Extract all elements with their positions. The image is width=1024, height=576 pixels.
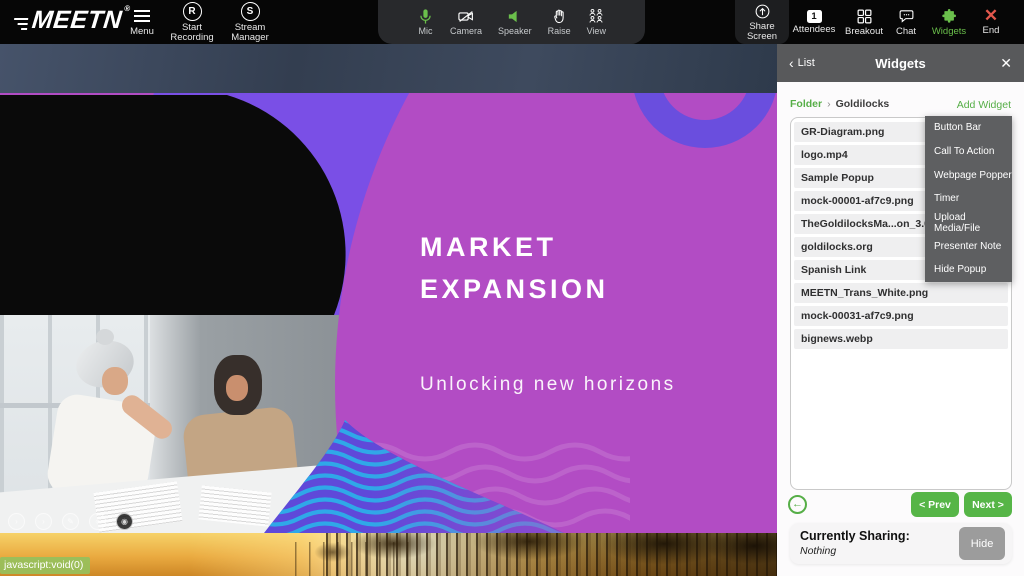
currently-sharing-status: Nothing	[800, 545, 836, 557]
chat-button[interactable]: Chat	[889, 0, 923, 44]
slide-subtitle: Unlocking new horizons	[420, 374, 676, 396]
menu-item-timer[interactable]: Timer	[925, 187, 1012, 211]
stream-manager-label: Stream Manager	[222, 23, 278, 43]
slide-prev-control[interactable]: ›	[8, 513, 25, 530]
tree-silhouettes	[326, 533, 777, 576]
stream-icon: S	[241, 2, 260, 21]
menu-item-upload-media[interactable]: Upload Media/File	[925, 211, 1012, 235]
top-toolbar: MEETN ® Menu R Start Recording S Stream …	[0, 0, 1024, 44]
file-item[interactable]: MEETN_Trans_White.png	[794, 283, 1008, 303]
file-item[interactable]: bignews.webp	[794, 329, 1008, 349]
camera-button[interactable]: Camera	[450, 8, 482, 36]
widgets-panel-header: ‹ List Widgets ✕	[777, 44, 1024, 82]
slide-title: MARKET EXPANSION	[420, 226, 609, 310]
file-item[interactable]: mock-00031-af7c9.png	[794, 306, 1008, 326]
slide-pointer-control[interactable]: ○	[89, 513, 106, 530]
mic-button[interactable]: Mic	[417, 8, 434, 36]
stream-manager-button[interactable]: S Stream Manager	[222, 0, 278, 44]
attendees-button[interactable]: 1 Attendees	[789, 0, 839, 44]
widgets-button[interactable]: Widgets	[926, 0, 972, 44]
brand-text: MEETN	[30, 6, 123, 35]
menu-item-button-bar[interactable]: Button Bar	[925, 116, 1012, 140]
menu-item-hide-popup[interactable]: Hide Popup	[925, 258, 1012, 282]
breadcrumb: Folder › Goldilocks	[790, 98, 889, 110]
view-label: View	[587, 26, 606, 36]
share-screen-tab: Share Screen	[735, 0, 789, 44]
chat-icon	[898, 8, 915, 25]
slide-annotate-control[interactable]: ✎	[62, 513, 79, 530]
wave-pattern	[230, 412, 630, 533]
widgets-puzzle-icon	[941, 8, 958, 25]
next-button[interactable]: Next >	[964, 492, 1012, 517]
slide-controls: › › ✎ ○ ◉	[8, 513, 133, 530]
slide-top-navy-band	[0, 44, 777, 93]
logo-speed-lines	[13, 15, 29, 33]
breadcrumb-folder-link[interactable]: Folder	[790, 98, 822, 110]
pager-row: ← < Prev Next >	[777, 492, 1024, 518]
camera-off-icon	[456, 8, 476, 25]
currently-sharing-title: Currently Sharing:	[800, 529, 910, 543]
view-button[interactable]: View	[587, 8, 606, 36]
prev-button[interactable]: < Prev	[911, 492, 959, 517]
presentation-stage: MARKET EXPANSION Unlocking new horizons …	[0, 44, 777, 576]
meetn-logo: MEETN ®	[12, 6, 130, 35]
share-screen-icon	[754, 3, 771, 20]
menu-item-presenter-note[interactable]: Presenter Note	[925, 234, 1012, 258]
slide-title-line2: EXPANSION	[420, 268, 609, 310]
raise-label: Raise	[548, 26, 571, 36]
av-controls-pill: Mic Camera Speaker Raise	[378, 0, 645, 44]
record-icon: R	[183, 2, 202, 21]
mic-label: Mic	[419, 26, 433, 36]
breadcrumb-current: Goldilocks	[836, 98, 890, 110]
widgets-label: Widgets	[932, 27, 966, 37]
slide-record-control[interactable]: ◉	[116, 513, 133, 530]
attendees-count-badge: 1	[807, 10, 822, 23]
add-widget-dropdown: Button Bar Call To Action Webpage Popper…	[925, 116, 1012, 282]
share-screen-label: Share Screen	[735, 22, 789, 42]
raise-hand-button[interactable]: Raise	[548, 8, 571, 36]
back-label: List	[798, 57, 815, 69]
slide-title-line1: MARKET	[420, 226, 609, 268]
speaker-icon	[506, 8, 523, 25]
breakout-button[interactable]: Breakout	[841, 0, 887, 44]
end-label: End	[983, 26, 1000, 36]
sunset-strip	[0, 533, 777, 576]
start-recording-button[interactable]: R Start Recording	[163, 0, 221, 44]
speaker-label: Speaker	[498, 26, 532, 36]
end-button[interactable]: ✕ End	[974, 0, 1008, 44]
menu-button[interactable]: Menu	[125, 0, 159, 44]
hide-button[interactable]: Hide	[959, 527, 1005, 560]
currently-sharing-card: Currently Sharing: Nothing Hide	[790, 523, 1012, 564]
menu-item-webpage-popper[interactable]: Webpage Popper	[925, 163, 1012, 187]
status-link-hint: javascript:void(0)	[0, 557, 90, 574]
close-panel-icon[interactable]: ✕	[1000, 55, 1012, 72]
breadcrumb-separator: ›	[827, 98, 831, 110]
share-screen-button[interactable]: Share Screen	[735, 0, 789, 44]
end-x-icon: ✕	[984, 8, 998, 24]
hamburger-icon	[134, 7, 150, 25]
breakout-label: Breakout	[845, 27, 883, 37]
mic-icon	[417, 8, 434, 25]
menu-label: Menu	[130, 27, 154, 37]
slide-next-control[interactable]: ›	[35, 513, 52, 530]
camera-label: Camera	[450, 26, 482, 36]
view-grid-icon	[587, 8, 605, 25]
back-circle-arrow-icon[interactable]: ←	[788, 495, 807, 514]
breakout-grid-icon	[856, 8, 873, 25]
start-recording-label: Start Recording	[163, 23, 221, 43]
add-widget-button[interactable]: Add Widget	[957, 99, 1011, 111]
raise-hand-icon	[551, 8, 568, 25]
back-to-list-button[interactable]: ‹ List	[789, 57, 815, 69]
back-chevron-icon: ‹	[789, 58, 794, 69]
attendees-label: Attendees	[793, 25, 836, 35]
menu-item-call-to-action[interactable]: Call To Action	[925, 140, 1012, 164]
meetn-app: MEETN ® Menu R Start Recording S Stream …	[0, 0, 1024, 576]
chat-label: Chat	[896, 27, 916, 37]
speaker-button[interactable]: Speaker	[498, 8, 532, 36]
widgets-panel: ‹ List Widgets ✕ Folder › Goldilocks Add…	[777, 44, 1024, 576]
